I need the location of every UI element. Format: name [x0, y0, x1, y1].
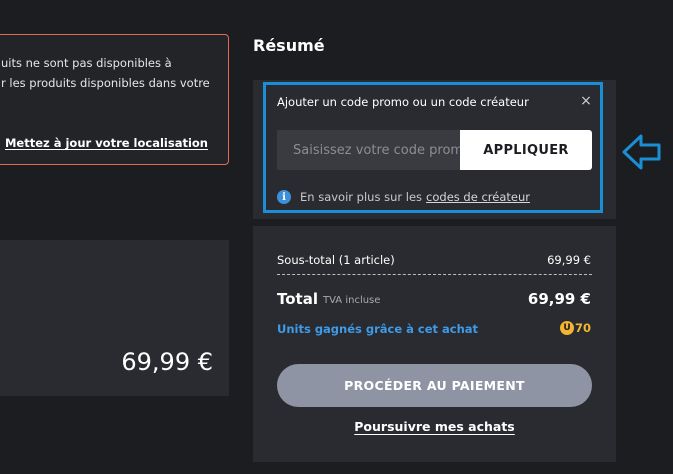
units-earned-label: Units gagnés grâce à cet achat [277, 322, 479, 336]
units-coin-icon: U [559, 321, 574, 335]
product-card: 69,99 € [0, 240, 229, 396]
location-warning-box: uits ne sont pas disponibles à r les pro… [0, 34, 229, 165]
location-warning-text: uits ne sont pas disponibles à r les pro… [1, 53, 231, 93]
warning-line-1: uits ne sont pas disponibles à [1, 56, 172, 70]
total-label: Total [277, 290, 318, 308]
product-price: 69,99 € [121, 348, 213, 376]
creator-code-info: i En savoir plus sur les codes de créate… [277, 190, 530, 204]
checkout-button[interactable]: PROCÉDER AU PAIEMENT [277, 364, 592, 407]
summary-divider [277, 274, 592, 275]
total-value: 69,99 € [527, 290, 591, 308]
arrow-left-icon [622, 134, 661, 170]
apply-button[interactable]: APPLIQUER [460, 130, 592, 170]
subtotal-value: 69,99 € [547, 253, 591, 267]
warning-line-2: r les produits disponibles dans votre [1, 76, 210, 90]
summary-title: Résumé [253, 36, 325, 55]
continue-shopping-link[interactable]: Poursuivre mes achats [277, 419, 592, 434]
tva-label: TVA incluse [323, 295, 381, 306]
creator-codes-link[interactable]: codes de créateur [426, 190, 530, 204]
units-earned-value: U 70 [559, 321, 591, 335]
subtotal-label: Sous-total (1 article) [277, 253, 395, 267]
update-location-link[interactable]: Mettez à jour votre localisation [5, 136, 208, 150]
close-icon[interactable]: × [579, 94, 593, 108]
info-text: En savoir plus sur les [300, 190, 423, 204]
units-amount: 70 [574, 321, 591, 335]
info-icon: i [277, 190, 291, 204]
promo-title: Ajouter un code promo ou un code créateu… [277, 95, 529, 109]
promo-code-input[interactable] [277, 130, 461, 170]
